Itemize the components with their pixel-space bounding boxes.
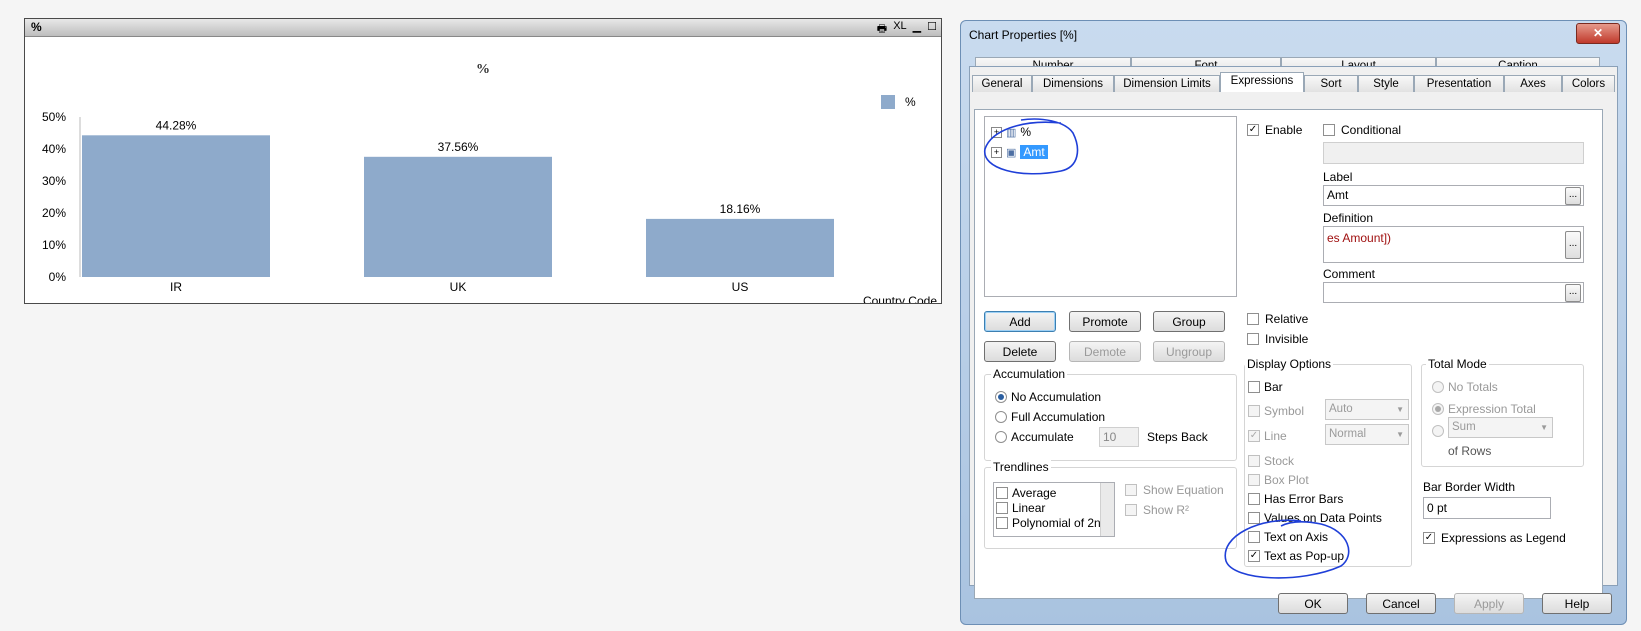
data-label: 44.28% [156,118,197,132]
data-label: 18.16% [720,202,761,216]
chart-title: % [476,62,490,77]
y-tick-label: 40% [42,142,66,156]
bar-chart: % 0% 10% 20% 30% 40% 50% 44.28% IR 37.56% UK 18.16%… [42,62,937,303]
y-tick-label: 20% [42,206,66,220]
annotation-circle-popup [1224,519,1350,579]
bar-us [646,218,834,277]
x-tick-label: US [732,280,749,294]
legend-swatch [881,95,895,109]
x-tick-label: UK [450,280,467,294]
y-tick-label: 10% [42,238,66,252]
bar-uk [364,156,552,277]
y-tick-label: 30% [42,174,66,188]
y-tick-label: 0% [49,270,67,284]
annotation-overlay [984,118,1350,579]
x-tick-label: IR [170,280,182,294]
data-label: 37.56% [438,140,479,154]
chart-caption-bar[interactable]: % 🖶 XL ▁ ☐ [25,19,941,37]
tab-expressions[interactable]: Expressions [1220,72,1304,92]
y-tick-label: 50% [42,110,66,124]
x-axis-label: Country Code [863,294,937,303]
annotation-circle-tree [984,118,1079,175]
chart-properties-dialog: Chart Properties [%] ✕ Number Font Layou… [960,20,1627,625]
bar-ir [82,135,270,277]
chart-object: % 🖶 XL ▁ ☐ % 0% 10% 20% 30% 40% 50% 44.28% IR 37.… [24,18,942,304]
legend-label: % [905,95,916,109]
chart-caption-title: % [31,20,42,34]
